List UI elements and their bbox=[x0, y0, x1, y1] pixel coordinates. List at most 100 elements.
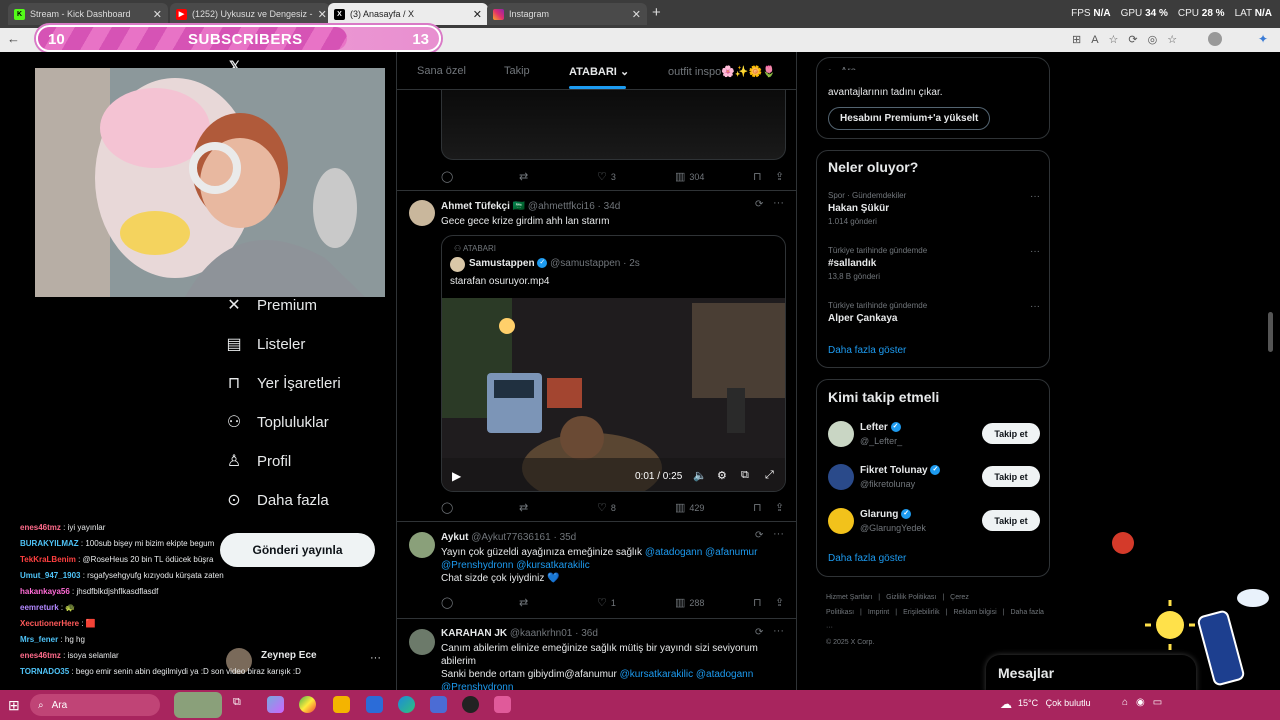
chat-username[interactable]: Umut_947_1903 bbox=[20, 571, 80, 580]
tweet-author[interactable]: Aykut bbox=[441, 532, 468, 543]
footer-link[interactable]: Erişilebilirlik bbox=[903, 609, 940, 616]
follow-suggestion[interactable]: Lefter ✓ @_Lefter_ Takip et bbox=[828, 421, 1040, 451]
tweet-author[interactable]: KARAHAN JK bbox=[441, 628, 507, 639]
close-icon[interactable]: ✕ bbox=[153, 8, 162, 21]
tab-for-you[interactable]: Sana özel bbox=[417, 65, 466, 77]
avatar[interactable] bbox=[828, 421, 854, 447]
chat-username[interactable]: TekKraLBenim bbox=[20, 555, 76, 564]
footer-link[interactable]: Gizlilik Politikası bbox=[886, 594, 936, 601]
quoted-tweet[interactable]: ⚇ ATABARI Samustappen ✓ @samustappen · 2… bbox=[441, 235, 786, 492]
pip-icon[interactable]: ⧉ bbox=[741, 469, 749, 482]
toolbar-icons[interactable]: ⊞A☆⟳◎☆ bbox=[1072, 33, 1187, 46]
trend-item[interactable]: Spor · Gündemdekiler Hakan Şükür 1.014 g… bbox=[828, 191, 1040, 226]
like-button[interactable]: ♡ 8 bbox=[597, 501, 616, 514]
premium-upgrade-button[interactable]: Hesabını Premium+'a yükselt bbox=[828, 107, 991, 130]
more-icon[interactable]: ··· bbox=[773, 625, 784, 637]
like-button[interactable]: ♡ 3 bbox=[597, 170, 616, 183]
scrollbar[interactable] bbox=[1268, 312, 1273, 352]
avatar[interactable] bbox=[409, 629, 435, 655]
mention-link[interactable]: @Prenshydronn @kursatkarakilic bbox=[441, 560, 590, 571]
task-view-icon[interactable]: ⧉ bbox=[233, 696, 250, 713]
mention-link[interactable]: @kursatkarakilic @atadogann bbox=[620, 669, 754, 680]
media-thumbnail[interactable] bbox=[441, 90, 786, 160]
nav-profile[interactable]: ♙ Profil bbox=[225, 452, 291, 471]
footer-link[interactable]: Hizmet Şartları bbox=[826, 594, 872, 601]
retweet-button[interactable]: ⇄ bbox=[519, 596, 528, 609]
windows-icon[interactable]: ⊞ bbox=[8, 697, 20, 714]
tab-kick[interactable]: K Stream - Kick Dashboard ✕ bbox=[8, 3, 168, 25]
edge-icon[interactable] bbox=[398, 696, 415, 713]
volume-icon[interactable]: 🔈 bbox=[693, 469, 707, 482]
quote-handle[interactable]: @samustappen · 2s bbox=[550, 258, 640, 269]
reply-button[interactable]: ◯ bbox=[441, 501, 453, 514]
nav-bookmarks[interactable]: ⊓ Yer İşaretleri bbox=[225, 374, 341, 393]
chat-username[interactable]: XecutionerHere bbox=[20, 619, 79, 628]
more-icon[interactable]: ··· bbox=[773, 197, 784, 209]
chat-username[interactable]: eemreturk bbox=[20, 603, 59, 612]
close-icon[interactable]: ✕ bbox=[318, 8, 327, 21]
nav-lists[interactable]: ▤ Listeler bbox=[225, 335, 305, 354]
avatar[interactable] bbox=[828, 464, 854, 490]
avatar[interactable] bbox=[828, 508, 854, 534]
views[interactable]: ▥ 429 bbox=[675, 501, 704, 514]
quote-author[interactable]: Samustappen bbox=[469, 258, 535, 269]
follow-suggestion[interactable]: Glarung ✓ @GlarungYedek Takip et bbox=[828, 508, 1040, 538]
tweet-handle[interactable]: @ahmettfkci16 · 34d bbox=[528, 201, 620, 212]
tweet[interactable]: Aykut @Aykut77636161 · 35d ⟳ ··· Yayın ç… bbox=[397, 522, 796, 619]
tab-outfit-inspo[interactable]: outfit inspo🌸✨🌼🌷 bbox=[668, 65, 776, 78]
who-to-follow-show-more[interactable]: Daha fazla göster bbox=[828, 553, 906, 564]
tray-icons[interactable]: ⌂◉▭ bbox=[1122, 697, 1170, 708]
more-icon[interactable]: ··· bbox=[773, 528, 784, 540]
taskbar-search[interactable]: ⌕ Ara bbox=[30, 694, 160, 716]
share-button[interactable]: ⇪ bbox=[775, 501, 784, 514]
follow-suggestion[interactable]: Fikret Tolunay ✓ @fikretolunay Takip et bbox=[828, 464, 1040, 494]
weather[interactable]: 15°C Çok bulutlu bbox=[1018, 698, 1091, 708]
settings-icon[interactable]: ⚙ bbox=[717, 469, 727, 482]
grok-icon[interactable]: ⟳ bbox=[755, 530, 763, 541]
tab-following[interactable]: Takip bbox=[504, 65, 530, 77]
bookmark-button[interactable]: ⊓ bbox=[753, 501, 762, 514]
more-icon[interactable]: ··· bbox=[1030, 246, 1040, 257]
chat-username[interactable]: Mrs_fener bbox=[20, 635, 58, 644]
bookmark-button[interactable]: ⊓ bbox=[753, 596, 762, 609]
tab-atabari[interactable]: ATABARI ⌄ bbox=[569, 65, 629, 78]
store-icon[interactable] bbox=[366, 696, 383, 713]
more-icon[interactable]: ··· bbox=[1030, 301, 1040, 312]
app-icon[interactable] bbox=[494, 696, 511, 713]
follow-button[interactable]: Takip et bbox=[982, 423, 1040, 444]
chat-username[interactable]: TORNADO35 bbox=[20, 667, 69, 676]
chat-username[interactable]: BURAKYILMAZ bbox=[20, 539, 79, 548]
follow-button[interactable]: Takip et bbox=[982, 510, 1040, 531]
tweet-previous[interactable]: ◯ ⇄ ♡ 3 ▥ 304 ⊓ ⇪ bbox=[397, 90, 796, 191]
avatar[interactable] bbox=[409, 200, 435, 226]
chat-username[interactable]: hakankaya56 bbox=[20, 587, 70, 596]
widget-thumbnail[interactable] bbox=[174, 692, 222, 718]
nav-communities[interactable]: ⚇ Topluluklar bbox=[225, 413, 329, 432]
follow-button[interactable]: Takip et bbox=[982, 466, 1040, 487]
share-button[interactable]: ⇪ bbox=[775, 596, 784, 609]
obs-icon[interactable] bbox=[462, 696, 479, 713]
mention-link[interactable]: @atadogann @afanumur bbox=[645, 547, 758, 558]
tab-youtube[interactable]: ▶ (1252) Uykusuz ve Dengesiz - ✕ bbox=[170, 3, 330, 25]
reply-button[interactable]: ◯ bbox=[441, 596, 453, 609]
mention-link[interactable]: @Prenshydronn bbox=[441, 682, 513, 690]
copilot-icon[interactable] bbox=[267, 696, 284, 713]
app-icon[interactable] bbox=[430, 696, 447, 713]
footer-link[interactable]: Reklam bilgisi bbox=[953, 609, 996, 616]
more-icon[interactable]: ··· bbox=[1030, 191, 1040, 202]
nav-premium[interactable]: ✕ Premium bbox=[225, 296, 317, 315]
trends-show-more[interactable]: Daha fazla göster bbox=[828, 345, 906, 356]
retweet-button[interactable]: ⇄ bbox=[519, 170, 528, 183]
trend-item[interactable]: Türkiye tarihinde gündemde Alper Çankaya… bbox=[828, 301, 1040, 324]
like-button[interactable]: ♡ 1 bbox=[597, 596, 616, 609]
copilot-icon[interactable]: ✦ bbox=[1258, 32, 1268, 46]
trend-item[interactable]: Türkiye tarihinde gündemde #sallandık 13… bbox=[828, 246, 1040, 281]
views[interactable]: ▥ 288 bbox=[675, 596, 704, 609]
tweet[interactable]: Ahmet Tüfekçi 🇸🇦 @ahmettfkci16 · 34d ⟳ ·… bbox=[397, 191, 796, 522]
avatar[interactable] bbox=[409, 532, 435, 558]
tweet-handle[interactable]: @kaankrhn01 · 36d bbox=[510, 628, 598, 639]
views[interactable]: ▥ 304 bbox=[675, 170, 704, 183]
file-explorer-icon[interactable] bbox=[333, 696, 350, 713]
reply-button[interactable]: ◯ bbox=[441, 170, 453, 183]
grok-icon[interactable]: ⟳ bbox=[755, 199, 763, 210]
